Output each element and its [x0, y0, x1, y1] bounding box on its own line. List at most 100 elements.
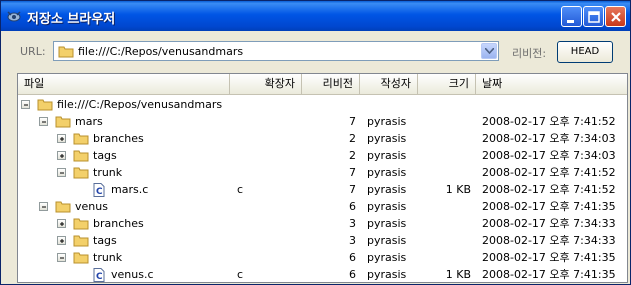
item-revision: 7	[349, 115, 356, 128]
item-revision: 6	[349, 200, 356, 213]
item-author: pyrasis	[367, 200, 407, 213]
collapse-icon[interactable]	[21, 100, 30, 109]
tree-item-name: tags	[93, 149, 117, 162]
close-button[interactable]	[605, 6, 626, 27]
tree-item-name: venus.c	[111, 268, 154, 281]
folder-icon	[58, 46, 74, 58]
item-extension: c	[237, 268, 244, 281]
tree-item-name: tags	[93, 234, 117, 247]
tree-item-name: branches	[93, 217, 144, 230]
expand-icon[interactable]	[57, 219, 66, 228]
item-size: 1 KB	[445, 183, 471, 196]
column-author[interactable]: 작성자	[360, 74, 418, 94]
minimize-button[interactable]	[561, 6, 582, 27]
tree-item-name: file:///C:/Repos/venusandmars	[57, 98, 223, 111]
window-title: 저장소 브라우저	[27, 12, 116, 27]
column-file[interactable]: 파일	[18, 74, 230, 94]
revision-label: 리비전:	[512, 47, 547, 60]
tree-row[interactable]: tags 3 pyrasis 2008-02-17 오후 7:34:33	[18, 232, 627, 249]
tree-row[interactable]: branches 2 pyrasis 2008-02-17 오후 7:34:03	[18, 130, 627, 147]
c-file-icon: C	[93, 268, 105, 282]
item-date: 2008-02-17 오후 7:41:35	[482, 268, 616, 281]
tree-row[interactable]: trunk 6 pyrasis 2008-02-17 오후 7:41:35	[18, 249, 627, 266]
title-bar[interactable]: 저장소 브라우저	[1, 1, 630, 31]
tree-item-name: mars	[75, 115, 103, 128]
chevron-down-icon	[485, 48, 494, 54]
item-revision: 7	[349, 183, 356, 196]
folder-icon	[55, 201, 71, 213]
url-value: file:///C:/Repos/venusandmars	[78, 45, 244, 58]
tree-row[interactable]: file:///C:/Repos/venusandmars	[18, 96, 627, 113]
tree-row[interactable]: trunk 7 pyrasis 2008-02-17 오후 7:41:52	[18, 164, 627, 181]
url-dropdown-button[interactable]	[481, 43, 497, 59]
tree-item-name: branches	[93, 132, 144, 145]
url-label: URL:	[20, 45, 46, 58]
folder-icon	[55, 116, 71, 128]
item-revision: 2	[349, 132, 356, 145]
close-icon	[611, 12, 621, 22]
item-date: 2008-02-17 오후 7:41:52	[482, 183, 616, 196]
column-size[interactable]: 크기	[418, 74, 476, 94]
collapse-icon[interactable]	[39, 117, 48, 126]
tree-row[interactable]: branches 3 pyrasis 2008-02-17 오후 7:34:33	[18, 215, 627, 232]
folder-icon	[73, 235, 89, 247]
svg-text:C: C	[96, 272, 103, 282]
item-date: 2008-02-17 오후 7:41:35	[482, 251, 616, 264]
item-revision: 6	[349, 268, 356, 281]
tree-item-name: trunk	[93, 251, 123, 264]
tree-row[interactable]: tags 2 pyrasis 2008-02-17 오후 7:34:03	[18, 147, 627, 164]
item-extension: c	[237, 183, 244, 196]
column-revision[interactable]: 리비전	[302, 74, 360, 94]
expand-icon[interactable]	[57, 134, 66, 143]
repo-browser-window: 저장소 브라우저 URL: file:///C:/Repos/venusandm…	[0, 0, 631, 285]
folder-icon	[37, 99, 53, 111]
revision-button[interactable]: HEAD	[557, 41, 613, 63]
item-date: 2008-02-17 오후 7:34:33	[482, 234, 616, 247]
item-author: pyrasis	[367, 115, 407, 128]
folder-icon	[73, 167, 89, 179]
tree-row[interactable]: venus 6 pyrasis 2008-02-17 오후 7:41:35	[18, 198, 627, 215]
column-extension[interactable]: 확장자	[230, 74, 302, 94]
expand-icon[interactable]	[57, 151, 66, 160]
folder-icon	[73, 150, 89, 162]
item-date: 2008-02-17 오후 7:34:33	[482, 217, 616, 230]
item-date: 2008-02-17 오후 7:34:03	[482, 132, 616, 145]
maximize-button[interactable]	[583, 6, 604, 27]
collapse-icon[interactable]	[57, 168, 66, 177]
item-author: pyrasis	[367, 268, 407, 281]
item-author: pyrasis	[367, 217, 407, 230]
item-author: pyrasis	[367, 166, 407, 179]
tortoise-app-icon	[7, 11, 21, 22]
item-author: pyrasis	[367, 251, 407, 264]
tree-row[interactable]: Cmars.c c 7 pyrasis 1 KB 2008-02-17 오후 7:41:5…	[18, 181, 627, 198]
minimize-icon	[567, 20, 574, 23]
url-combobox[interactable]: file:///C:/Repos/venusandmars	[53, 41, 499, 61]
tree-row[interactable]: mars 7 pyrasis 2008-02-17 오후 7:41:52	[18, 113, 627, 130]
item-date: 2008-02-17 오후 7:41:35	[482, 200, 616, 213]
tree-item-name: venus	[75, 200, 108, 213]
expand-icon[interactable]	[57, 236, 66, 245]
item-author: pyrasis	[367, 234, 407, 247]
address-bar: URL: file:///C:/Repos/venusandmars 리비전: …	[1, 31, 630, 71]
collapse-icon[interactable]	[57, 253, 66, 262]
item-date: 2008-02-17 오후 7:34:03	[482, 149, 616, 162]
item-author: pyrasis	[367, 132, 407, 145]
column-header: 파일 확장자 리비전 작성자 크기 날짜	[18, 74, 627, 95]
tree-row[interactable]: Cvenus.c c 6 pyrasis 1 KB 2008-02-17 오후 7:41:…	[18, 266, 627, 282]
tree-item-name: mars.c	[111, 183, 149, 196]
item-size: 1 KB	[445, 268, 471, 281]
item-revision: 3	[349, 234, 356, 247]
svg-text:C: C	[96, 187, 103, 197]
folder-icon	[73, 133, 89, 145]
item-revision: 7	[349, 166, 356, 179]
maximize-icon	[588, 11, 600, 23]
item-revision: 3	[349, 217, 356, 230]
item-author: pyrasis	[367, 149, 407, 162]
column-date[interactable]: 날짜	[476, 74, 627, 94]
item-author: pyrasis	[367, 183, 407, 196]
tree-item-name: trunk	[93, 166, 123, 179]
folder-icon	[73, 218, 89, 230]
repository-tree[interactable]: 파일 확장자 리비전 작성자 크기 날짜 file:///C:/Repos/ve…	[17, 73, 628, 283]
item-date: 2008-02-17 오후 7:41:52	[482, 115, 616, 128]
collapse-icon[interactable]	[39, 202, 48, 211]
